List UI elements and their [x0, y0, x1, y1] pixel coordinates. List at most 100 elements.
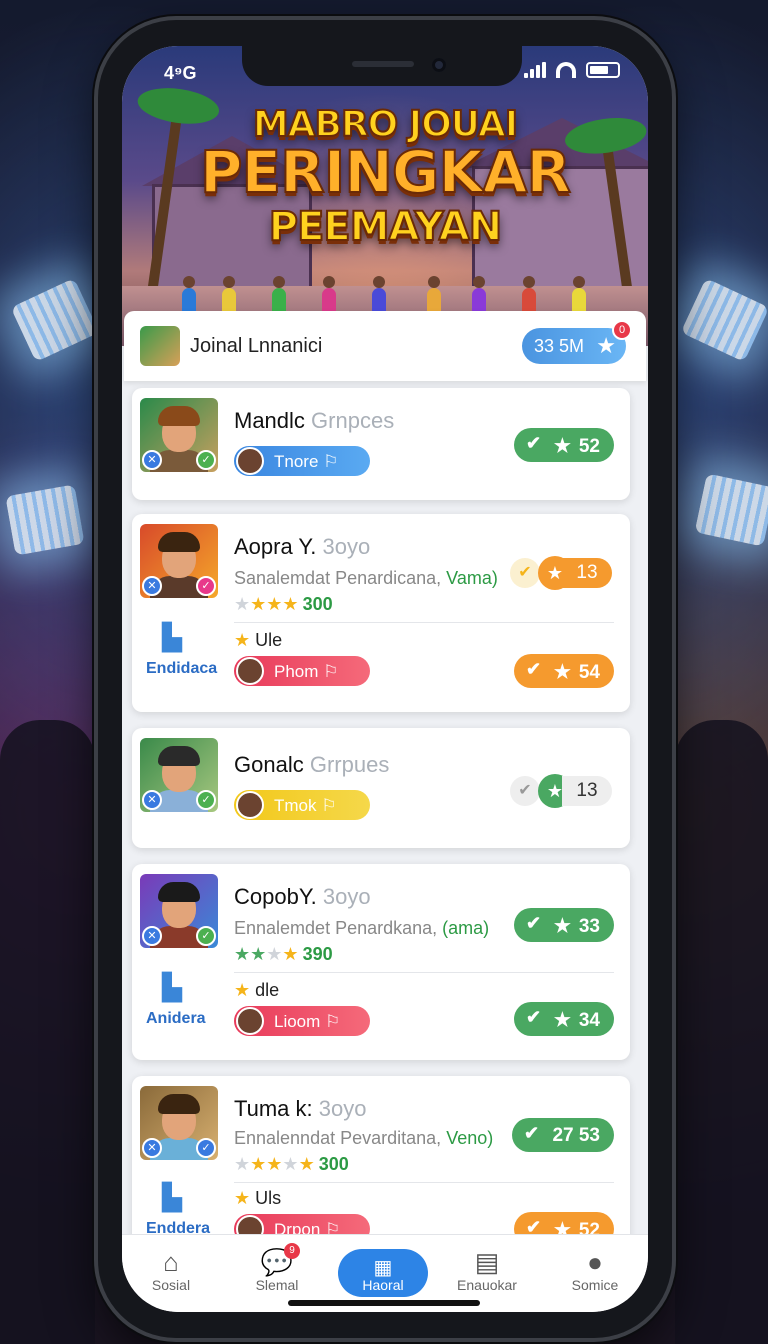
phone-frame: 4⁹G MABRO JOUAI PERINGKAR PEEMAYAN Joina… — [98, 20, 672, 1338]
player-name: Mandlc Grnpces — [234, 408, 395, 433]
crowd-silhouette — [675, 720, 768, 1344]
user-score-value: 33 5M — [534, 336, 585, 356]
crowd-silhouette — [0, 720, 95, 1344]
home-icon: ⌂ — [163, 1247, 179, 1277]
tab-label: Somice — [571, 1277, 619, 1293]
current-user-name: Joinal Lnnanici — [190, 335, 323, 357]
chat-icon: 💬 — [260, 1247, 294, 1277]
tab-label: Haoral — [362, 1277, 404, 1293]
signal-icon — [524, 62, 546, 78]
team-label: Anidera — [146, 1010, 206, 1027]
score-badge[interactable]: ✔ ★ 33 — [514, 908, 614, 942]
user-score-badge[interactable]: 33 5M ★ 0 — [522, 320, 632, 364]
building-icon: ▙ — [162, 622, 182, 652]
check-icon: ✔ — [526, 913, 542, 933]
tag-avatar-icon — [236, 1007, 264, 1035]
player-tag[interactable]: Lioom ⚐ — [234, 1006, 370, 1036]
avatar: ✕ ✓ — [140, 874, 218, 948]
team-icon: ✕ — [142, 1138, 162, 1158]
score-badge[interactable]: ✔ ★ 52 — [514, 428, 614, 462]
score-badge[interactable]: ✔ ★ 54 — [514, 654, 614, 688]
building-icon: ▙ — [162, 972, 182, 1002]
player-name: Tuma k: 3oyo — [234, 1096, 367, 1121]
check-icon: ✓ — [196, 926, 216, 946]
check-icon: ✓ — [196, 576, 216, 596]
building-icon: ▙ — [162, 1182, 182, 1212]
player-tag[interactable]: Phom ⚐ — [234, 656, 370, 686]
tab-label: Sosial — [151, 1277, 191, 1293]
player-name: Aopra Y. 3oyo — [234, 534, 371, 559]
notification-badge: 9 — [284, 1243, 300, 1259]
home-indicator[interactable] — [288, 1300, 480, 1306]
player-tag[interactable]: Tnore ⚐ — [234, 446, 370, 476]
tab-somice[interactable]: ● Somice — [550, 1247, 640, 1293]
hero-banner: MABRO JOUAI PERINGKAR PEEMAYAN — [122, 46, 648, 346]
star-icon: ★ — [553, 662, 571, 683]
team-icon: ✕ — [142, 926, 162, 946]
avatar: ✕ ✓ — [140, 1086, 218, 1160]
rank-badge[interactable]: ✔ ★ 13 — [510, 774, 614, 808]
team-icon: ✕ — [142, 576, 162, 596]
check-icon: ✔ — [524, 1123, 540, 1143]
stage-light — [10, 278, 100, 362]
avatar — [140, 326, 180, 366]
avatar: ✕ ✓ — [140, 524, 218, 598]
hero-title-line3: PEEMAYAN — [268, 203, 503, 251]
check-icon: ✓ — [196, 790, 216, 810]
tag-avatar-icon — [236, 447, 264, 475]
tab-label: Enauokar — [457, 1277, 517, 1293]
list-item[interactable]: ✕ ✓ Gonalc Grrpues Tmok ⚐ ✔ ★ 13 — [132, 728, 630, 848]
player-rating: ★★★★ 300 — [234, 594, 333, 614]
star-icon: ★ — [553, 916, 571, 937]
sub-rating: ★ Ule — [234, 630, 283, 650]
player-subtitle: Ennalenndat Pevarditana, Veno) — [234, 1128, 494, 1148]
tab-enauokar[interactable]: ▤ Enauokar — [442, 1247, 532, 1293]
star-icon: ★ — [596, 333, 616, 358]
profile-icon: ● — [587, 1247, 603, 1277]
tab-slemal[interactable]: 💬 9 Slemal — [232, 1243, 322, 1293]
tag-avatar-icon — [236, 791, 264, 819]
tab-haoral[interactable]: ▦ Haoral — [338, 1249, 428, 1297]
rank-badge[interactable]: ✔ ★ 13 — [510, 556, 614, 590]
player-tag[interactable]: Tmok ⚐ — [234, 790, 370, 820]
tab-sosial[interactable]: ⌂ Sosial — [126, 1247, 216, 1293]
list-icon: ▤ — [474, 1247, 500, 1277]
grid-icon: ▦ — [373, 1257, 393, 1279]
check-icon: ✔ — [526, 659, 542, 679]
battery-icon — [586, 62, 620, 78]
list-item[interactable]: ✕ ✓ Mandlc Grnpces Tnore ⚐ ✔ ★ 52 — [132, 388, 630, 500]
player-name: CopobY. 3oyo — [234, 884, 371, 909]
list-item[interactable]: ✕ ✓ Aopra Y. 3oyo Sanalemdat Penardicana… — [132, 514, 630, 712]
star-icon: ★ — [553, 1010, 571, 1031]
star-icon: ★ — [553, 436, 571, 457]
status-time: 4⁹G — [164, 63, 197, 83]
team-label: Endidaca — [146, 660, 218, 677]
hero-title-line2: PERINGKAR — [199, 137, 572, 207]
current-user-card[interactable]: Joinal Lnnanici 33 5M ★ 0 — [124, 311, 646, 381]
avatar: ✕ ✓ — [140, 738, 218, 812]
sub-rating: ★ Uls — [234, 1188, 282, 1208]
sub-rating: ★ dle — [234, 980, 280, 1000]
check-icon: ✓ — [196, 1138, 216, 1158]
player-rating: ★★★★ 390 — [234, 944, 333, 964]
player-subtitle: Sanalemdat Penardicana, Vama) — [234, 568, 498, 588]
status-bar: 4⁹G — [122, 60, 648, 90]
player-name: Gonalc Grrpues — [234, 752, 390, 777]
check-icon: ✔ — [526, 1007, 542, 1027]
team-icon: ✕ — [142, 450, 162, 470]
score-badge[interactable]: ✔ 27 53 — [512, 1118, 614, 1152]
app-screen: 4⁹G MABRO JOUAI PERINGKAR PEEMAYAN Joina… — [122, 46, 648, 1312]
avatar: ✕ ✓ — [140, 398, 218, 472]
tag-avatar-icon — [236, 657, 264, 685]
stage-light — [680, 278, 768, 362]
score-badge[interactable]: ✔ ★ 34 — [514, 1002, 614, 1036]
notification-badge: 0 — [612, 320, 632, 340]
player-rating: ★★★★★ 300 — [234, 1154, 349, 1174]
wifi-icon — [556, 62, 576, 78]
tab-label: Slemal — [255, 1277, 299, 1293]
player-subtitle: Ennalemdet Penardkana, (ama) — [234, 918, 490, 938]
list-item[interactable]: ✕ ✓ CopobY. 3oyo Ennalemdet Penardkana, … — [132, 864, 630, 1060]
stage-light — [5, 484, 85, 556]
stage-light — [694, 473, 768, 547]
team-icon: ✕ — [142, 790, 162, 810]
